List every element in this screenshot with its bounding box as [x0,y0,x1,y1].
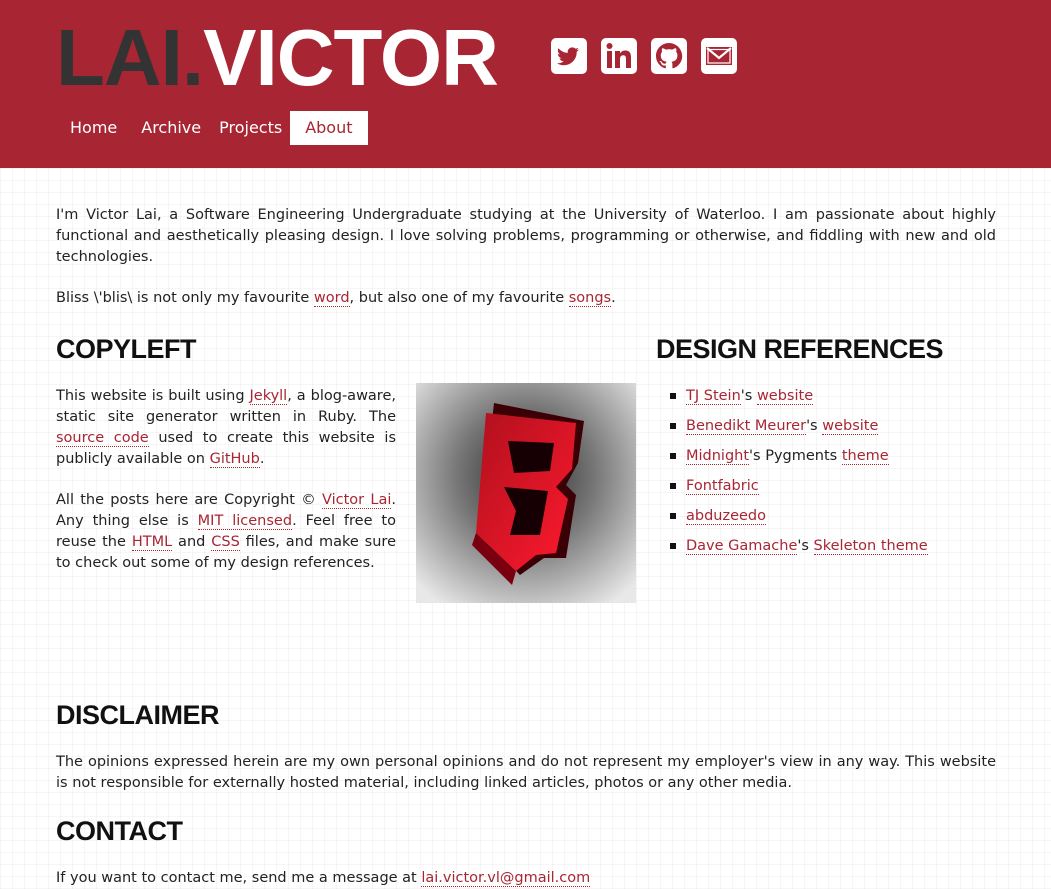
logo-last: VICTOR [203,13,499,102]
bliss-paragraph: Bliss \'blis\ is not only my favourite w… [56,288,996,309]
nav-archive[interactable]: Archive [131,111,211,145]
fontfabric-link[interactable]: Fontfabric [686,478,759,495]
bliss-text-c: . [611,290,616,306]
nav-projects[interactable]: Projects [211,111,290,145]
list-item: Fontfabric [670,476,1010,506]
design-references-list: TJ Stein's website Benedikt Meurer's web… [670,386,1010,566]
ref-text: 's Pygments [749,448,842,464]
site-header: LAI.VICTOR Home Archive Projects About [0,0,1051,168]
skeleton-theme-link[interactable]: Skeleton theme [813,538,928,555]
nav-about[interactable]: About [290,111,368,145]
copyright-text-d: and [172,534,212,550]
list-item: abduzeedo [670,506,1010,536]
abduzeedo-link[interactable]: abduzeedo [686,508,767,525]
nav-home[interactable]: Home [56,111,131,145]
copyright-text-a: All the posts here are Copyright © [56,492,322,508]
mit-license-link[interactable]: MIT licensed [197,513,293,530]
copyleft-heading: Copyleft [56,334,197,364]
css-link[interactable]: CSS [211,534,240,551]
ref-text: 's [806,418,823,434]
copyleft-paragraph-2: All the posts here are Copyright © Victo… [56,490,396,574]
github-icon[interactable] [650,37,688,75]
word-link[interactable]: word [313,290,350,307]
email-icon[interactable] [700,37,738,75]
victor-lai-link[interactable]: Victor Lai [322,492,392,509]
copyleft-text: This website is built using Jekyll, a bl… [56,386,396,574]
copyleft-paragraph-1: This website is built using Jekyll, a bl… [56,386,396,470]
contact-text: If you want to contact me, send me a mes… [56,868,996,889]
design-references-heading: Design References [656,334,944,364]
logo-first: LAI [56,13,183,102]
copyleft-text-d: . [259,451,265,467]
linkedin-icon[interactable] [600,37,638,75]
midnight-link[interactable]: Midnight [686,448,750,465]
dave-gamache-link[interactable]: Dave Gamache [686,538,798,555]
source-code-link[interactable]: source code [56,430,149,447]
disclaimer-heading: Disclaimer [56,700,220,730]
logo-image [416,383,636,603]
jekyll-link[interactable]: Jekyll [249,388,288,405]
contact-prefix: If you want to contact me, send me a mes… [56,870,422,886]
github-link[interactable]: GitHub [209,451,260,468]
contact-email-link[interactable]: lai.victor.vl@gmail.com [421,870,591,887]
ref-text: 's [740,388,757,404]
list-item: Benedikt Meurer's website [670,416,1010,446]
main-nav: Home Archive Projects About [56,111,368,145]
intro-paragraph: I'm Victor Lai, a Software Engineering U… [56,207,996,265]
copyleft-text-a: This website is built using [56,388,250,404]
twitter-icon[interactable] [550,37,588,75]
benedikt-meurer-link[interactable]: Benedikt Meurer [686,418,807,435]
pygments-theme-link[interactable]: theme [841,448,889,465]
list-item: TJ Stein's website [670,386,1010,416]
tj-stein-website-link[interactable]: website [756,388,814,405]
benedikt-website-link[interactable]: website [822,418,879,435]
social-links [550,37,738,75]
logo-dot: . [181,13,204,102]
bliss-text-a: Bliss \'blis\ is not only my favourite [56,290,314,306]
intro-section: I'm Victor Lai, a Software Engineering U… [56,205,996,309]
bliss-text-b: , but also one of my favourite [349,290,569,306]
ref-text: 's [797,538,814,554]
site-logo[interactable]: LAI.VICTOR [56,13,499,103]
list-item: Midnight's Pygments theme [670,446,1010,476]
list-item: Dave Gamache's Skeleton theme [670,536,1010,566]
contact-heading: Contact [56,816,183,846]
songs-link[interactable]: songs [568,290,612,307]
html-link[interactable]: HTML [131,534,173,551]
tj-stein-link[interactable]: TJ Stein [686,388,741,405]
disclaimer-text: The opinions expressed herein are my own… [56,754,996,791]
